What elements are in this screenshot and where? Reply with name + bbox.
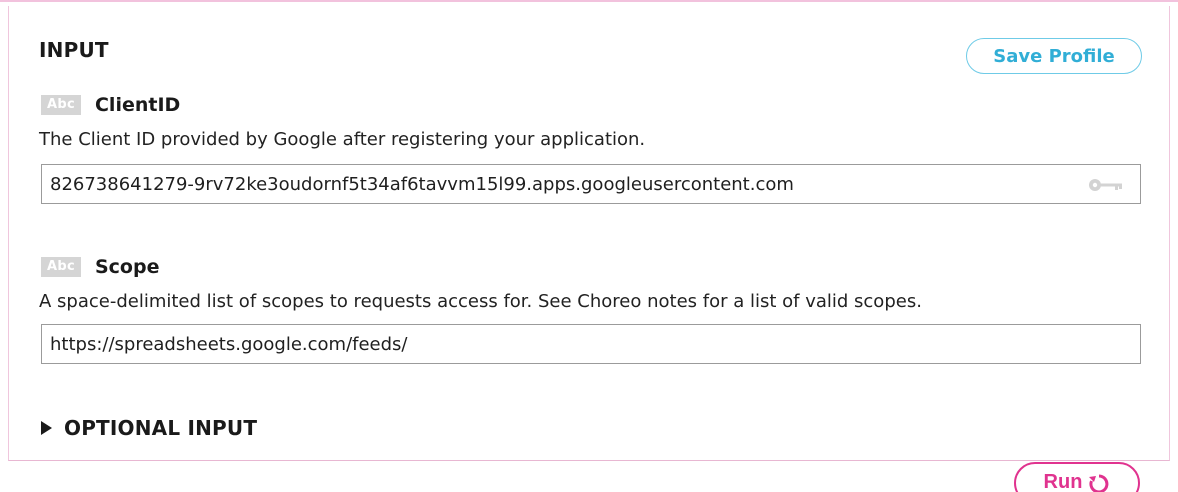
clientid-description: The Client ID provided by Google after r… [39, 129, 646, 150]
run-label: Run [1043, 471, 1083, 492]
clientid-label: Abc ClientID [41, 94, 180, 116]
input-section-title: INPUT [39, 38, 109, 62]
input-panel: INPUT Save Profile Abc ClientID The Clie… [8, 6, 1170, 461]
top-divider [0, 0, 1178, 2]
key-icon[interactable] [1088, 177, 1124, 193]
save-profile-button[interactable]: Save Profile [966, 38, 1142, 74]
text-type-badge: Abc [41, 257, 81, 277]
clientid-input[interactable]: 826738641279-9rv72ke3oudornf5t34af6tavvm… [41, 164, 1141, 204]
refresh-icon [1089, 474, 1109, 492]
scope-label: Abc Scope [41, 256, 159, 278]
scope-description: A space-delimited list of scopes to requ… [39, 291, 922, 312]
triangle-right-icon [41, 421, 52, 435]
run-button[interactable]: Run [1014, 462, 1140, 492]
clientid-input-value: 826738641279-9rv72ke3oudornf5t34af6tavvm… [50, 173, 794, 195]
scope-input[interactable]: https://spreadsheets.google.com/feeds/ [41, 324, 1141, 364]
scope-field-name: Scope [94, 256, 160, 278]
clientid-field-name: ClientID [94, 94, 181, 116]
optional-input-label: OPTIONAL INPUT [64, 416, 258, 440]
text-type-badge: Abc [41, 95, 81, 115]
scope-input-value: https://spreadsheets.google.com/feeds/ [50, 333, 408, 355]
optional-input-toggle[interactable]: OPTIONAL INPUT [41, 416, 257, 440]
page: INPUT Save Profile Abc ClientID The Clie… [0, 0, 1178, 492]
